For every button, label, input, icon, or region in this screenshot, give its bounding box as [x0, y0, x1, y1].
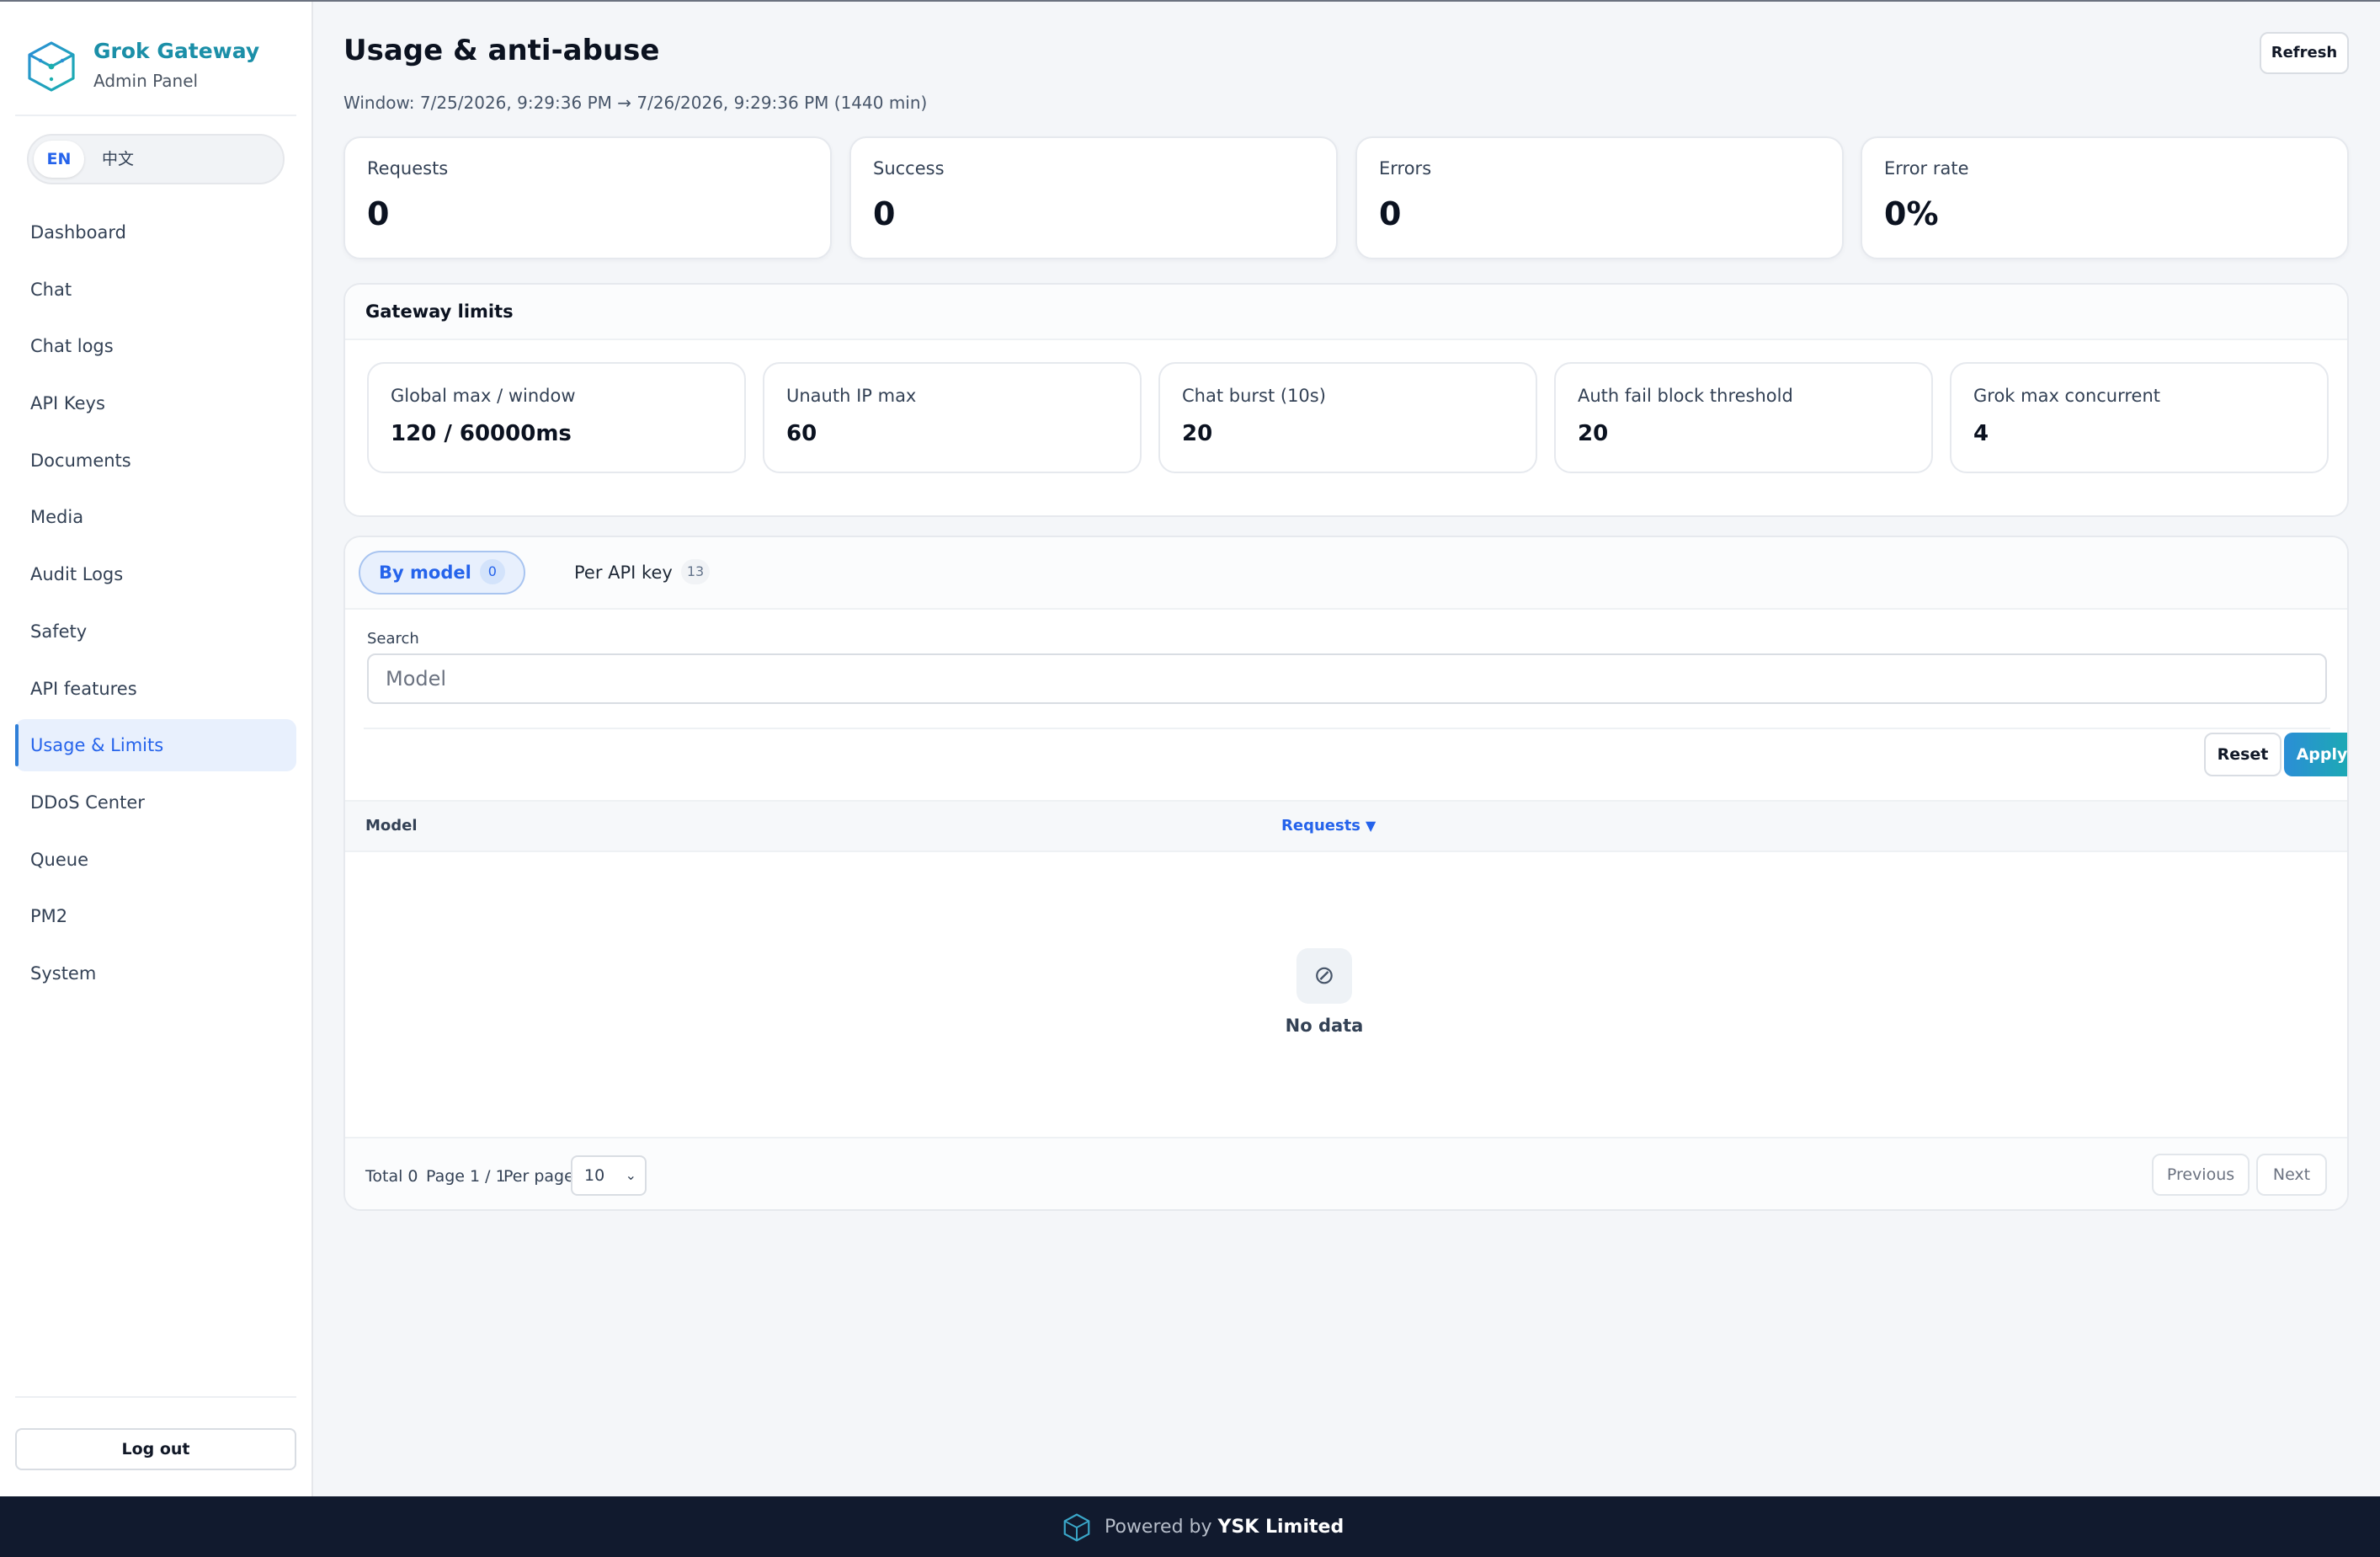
- tab-count-badge: 0: [479, 559, 505, 584]
- sidebar-bottom-divider: [15, 1396, 296, 1398]
- sidebar-item-documents[interactable]: Documents: [15, 435, 296, 487]
- limit-value: 120 / 60000ms: [391, 421, 572, 446]
- lang-zh-button[interactable]: 中文: [93, 141, 143, 178]
- page-indicator: Page 1 / 1: [426, 1167, 506, 1186]
- sidebar-item-safety[interactable]: Safety: [15, 605, 296, 658]
- per-page-value: 10: [584, 1166, 605, 1185]
- per-page-label: Per page: [503, 1167, 574, 1186]
- limit-chat-burst: Chat burst (10s) 20: [1158, 362, 1537, 473]
- refresh-button[interactable]: Refresh: [2260, 32, 2349, 74]
- logout-button[interactable]: Log out: [15, 1428, 296, 1470]
- stat-value: 0: [367, 195, 390, 232]
- stat-card-error-rate: Error rate 0%: [1861, 136, 2349, 259]
- limit-value: 60: [786, 421, 817, 446]
- reset-button[interactable]: Reset: [2204, 733, 2281, 776]
- column-header-model[interactable]: Model: [365, 817, 418, 834]
- limit-value: 20: [1578, 421, 1609, 446]
- tab-label: Per API key: [574, 563, 673, 583]
- sidebar-item-dashboard[interactable]: Dashboard: [15, 206, 296, 259]
- search-input[interactable]: [367, 653, 2327, 704]
- gateway-limits-header: Gateway limits: [345, 285, 2347, 340]
- page-title: Usage & anti-abuse: [343, 34, 660, 67]
- sidebar-item-system[interactable]: System: [15, 947, 296, 1000]
- brand: Grok Gateway Admin Panel: [25, 35, 295, 94]
- usage-table-card: By model 0 Per API key 13 Search Reset App…: [343, 536, 2349, 1211]
- footer: Powered by YSK Limited: [0, 1496, 2380, 1557]
- search-label: Search: [367, 630, 419, 648]
- lang-en-button[interactable]: EN: [34, 141, 84, 178]
- stat-value: 0%: [1884, 195, 1939, 232]
- no-data-icon: ⊘: [1296, 948, 1352, 1004]
- tab-by-model[interactable]: By model 0: [359, 551, 525, 595]
- next-page-button[interactable]: Next: [2256, 1154, 2327, 1196]
- limit-global-max: Global max / window 120 / 60000ms: [367, 362, 746, 473]
- language-toggle: EN 中文: [27, 134, 285, 184]
- stat-value: 0: [873, 195, 896, 232]
- table-header: Model Requests ▼: [345, 800, 2347, 852]
- limit-auth-fail-threshold: Auth fail block threshold 20: [1554, 362, 1933, 473]
- stat-card-errors: Errors 0: [1355, 136, 1844, 259]
- time-window: Window: 7/25/2026, 9:29:36 PM → 7/26/202…: [343, 93, 928, 113]
- footer-text: Powered by YSK Limited: [1105, 1517, 1344, 1538]
- sidebar-item-api-features[interactable]: API features: [15, 663, 296, 715]
- sort-desc-icon: ▼: [1366, 818, 1376, 834]
- limit-value: 20: [1182, 421, 1213, 446]
- column-header-label: Requests: [1281, 817, 1361, 834]
- tab-per-api-key[interactable]: Per API key 13: [554, 551, 730, 595]
- apply-button[interactable]: Apply: [2284, 733, 2347, 776]
- sidebar-item-queue[interactable]: Queue: [15, 834, 296, 886]
- limit-label: Chat burst (10s): [1182, 386, 1326, 406]
- empty-state-text: No data: [1285, 1016, 1364, 1036]
- sidebar: Grok Gateway Admin Panel EN 中文 Dashboard…: [0, 2, 313, 1496]
- stat-label: Requests: [367, 158, 449, 179]
- limit-label: Unauth IP max: [786, 386, 917, 406]
- column-header-requests[interactable]: Requests ▼: [1281, 817, 1376, 834]
- pagination-bar: Total 0 Page 1 / 1 Per page 10 ⌄ Previou…: [345, 1137, 2347, 1209]
- sidebar-item-pm2[interactable]: PM2: [15, 890, 296, 942]
- brand-subtitle: Admin Panel: [93, 71, 199, 91]
- sidebar-item-usage-limits[interactable]: Usage & Limits: [15, 719, 296, 772]
- brand-title: Grok Gateway: [93, 39, 260, 63]
- limit-label: Grok max concurrent: [1973, 386, 2161, 406]
- stat-card-requests: Requests 0: [343, 136, 832, 259]
- limit-label: Global max / window: [391, 386, 576, 406]
- total-count: Total 0: [365, 1167, 418, 1186]
- chevron-down-icon: ⌄: [625, 1167, 636, 1183]
- limit-grok-max-concurrent: Grok max concurrent 4: [1950, 362, 2329, 473]
- limit-label: Auth fail block threshold: [1578, 386, 1793, 406]
- sidebar-divider: [15, 115, 296, 116]
- stat-card-success: Success 0: [849, 136, 1338, 259]
- footer-brand[interactable]: YSK Limited: [1218, 1517, 1344, 1538]
- sidebar-item-chat-logs[interactable]: Chat logs: [15, 320, 296, 372]
- stat-label: Success: [873, 158, 945, 179]
- gateway-limits-card: Gateway limits Global max / window 120 /…: [343, 283, 2349, 517]
- filter-divider: [364, 728, 2330, 729]
- stat-value: 0: [1379, 195, 1402, 232]
- stat-label: Error rate: [1884, 158, 1969, 179]
- stat-label: Errors: [1379, 158, 1432, 179]
- sidebar-item-audit-logs[interactable]: Audit Logs: [15, 548, 296, 600]
- per-page-select[interactable]: 10 ⌄: [571, 1155, 647, 1196]
- tabs-bar: By model 0 Per API key 13: [345, 537, 2347, 610]
- previous-page-button[interactable]: Previous: [2152, 1154, 2250, 1196]
- cube-logo-icon: [1063, 1513, 1090, 1542]
- sidebar-nav: Dashboard Chat Chat logs API Keys Docume…: [15, 206, 296, 1005]
- tab-count-badge: 13: [680, 559, 711, 584]
- footer-prefix: Powered by: [1105, 1517, 1218, 1538]
- main-content: Usage & anti-abuse Window: 7/25/2026, 9:…: [313, 2, 2380, 1496]
- limit-value: 4: [1973, 421, 1989, 446]
- cube-logo-icon: [28, 41, 75, 92]
- sidebar-item-ddos-center[interactable]: DDoS Center: [15, 776, 296, 829]
- gateway-limits-title: Gateway limits: [365, 301, 514, 322]
- sidebar-item-media[interactable]: Media: [15, 491, 296, 543]
- sidebar-item-api-keys[interactable]: API Keys: [15, 377, 296, 429]
- tab-label: By model: [379, 563, 471, 583]
- limit-unauth-ip-max: Unauth IP max 60: [763, 362, 1142, 473]
- sidebar-item-chat[interactable]: Chat: [15, 264, 296, 316]
